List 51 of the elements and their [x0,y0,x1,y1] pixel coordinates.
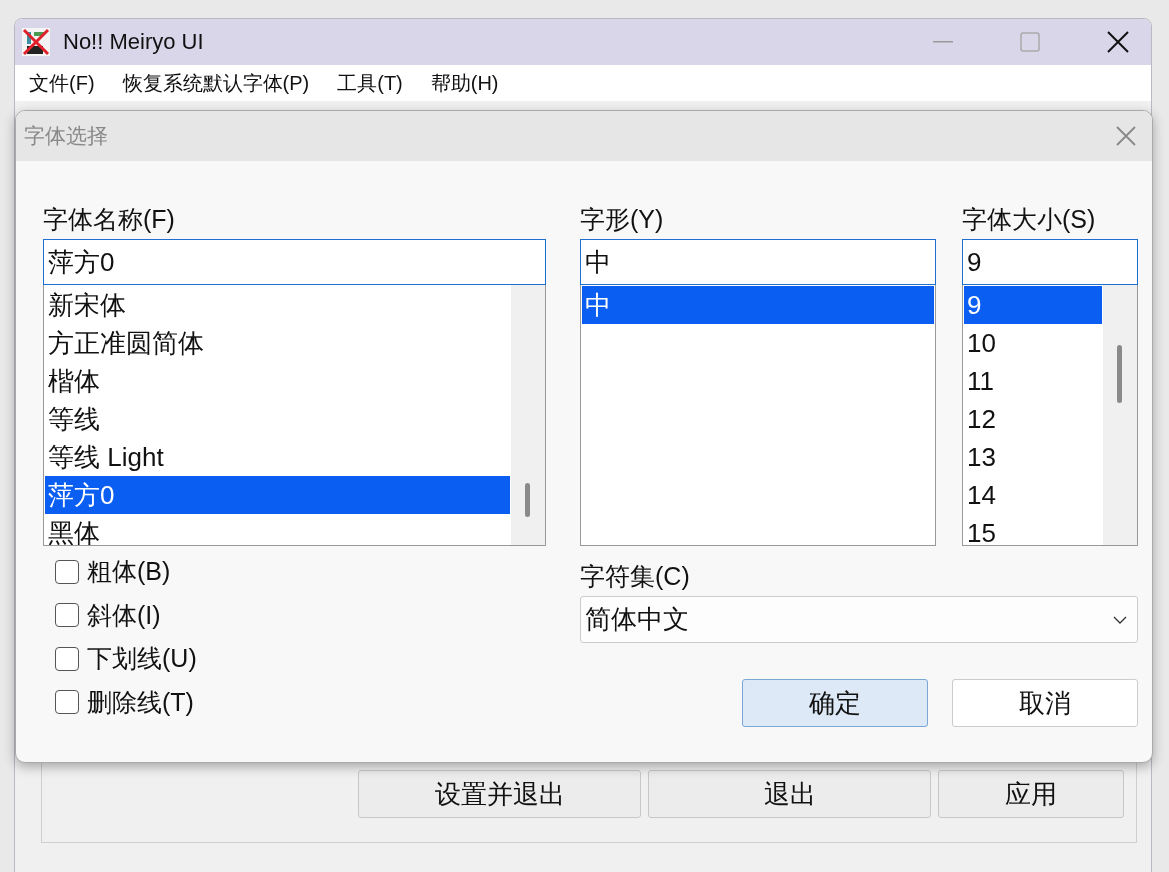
font-name-field[interactable]: 萍方0 [43,239,546,285]
checkbox-label: 删除线(T) [87,686,194,718]
charset-dropdown[interactable]: 简体中文 [580,596,1138,643]
menu-item[interactable]: 文件(F) [29,69,95,97]
list-item[interactable]: 中 [582,286,934,324]
window-title: No!! Meiryo UI [63,29,204,55]
close-icon[interactable] [1107,31,1129,53]
dialog-button[interactable]: 取消 [952,679,1138,727]
list-item[interactable]: 等线 Light [45,438,510,476]
dialog-title: 字体选择 [24,123,108,149]
font-style-field[interactable]: 中 [580,239,936,285]
dialog-button[interactable]: 确定 [742,679,928,727]
menu-item[interactable]: 恢复系统默认字体(P) [122,69,310,97]
field-label: 字体大小(S) [962,204,1096,235]
list-item[interactable]: 14 [964,476,1102,514]
minimize-icon[interactable] [933,40,953,44]
maximize-icon[interactable] [1020,32,1040,52]
list-item[interactable]: 9 [964,286,1102,324]
list-item[interactable]: 黑体 [45,514,510,545]
field-label: 字体名称(F) [43,204,175,235]
list-item[interactable]: 萍方0 [45,476,510,514]
list-item[interactable]: 13 [964,438,1102,476]
checkbox-label: 下划线(U) [87,643,197,675]
font-size-field[interactable]: 9 [962,239,1138,285]
window-button[interactable]: 设置并退出 [358,770,641,818]
field-label: 字形(Y) [580,204,664,235]
list-item[interactable]: 10 [964,324,1102,362]
checkbox[interactable] [55,603,79,628]
list-item[interactable]: 新宋体 [45,286,510,324]
app-icon [21,27,51,57]
scrollbar[interactable] [1103,285,1137,545]
list-item[interactable]: 11 [964,362,1102,400]
list-item[interactable]: 15 [964,514,1102,545]
field-label: 字符集(C) [580,561,690,592]
scrollbar[interactable] [511,285,545,545]
list-item[interactable]: 等线 [45,400,510,438]
menu-item[interactable]: 工具(T) [337,69,403,97]
list-item[interactable]: 方正准圆简体 [45,324,510,362]
list-item[interactable]: 楷体 [45,362,510,400]
window-button[interactable]: 应用 [938,770,1124,818]
checkbox[interactable] [55,690,79,715]
scroll-thumb[interactable] [525,483,530,517]
window-button[interactable]: 退出 [648,770,931,818]
menu-item[interactable]: 帮助(H) [430,69,499,97]
checkbox-label: 粗体(B) [87,556,171,588]
list-item[interactable]: 12 [964,400,1102,438]
checkbox[interactable] [55,646,79,671]
chevron-down-icon [1113,615,1127,624]
checkbox[interactable] [55,559,79,584]
checkbox-label: 斜体(I) [87,599,161,631]
scroll-thumb[interactable] [1117,345,1122,403]
